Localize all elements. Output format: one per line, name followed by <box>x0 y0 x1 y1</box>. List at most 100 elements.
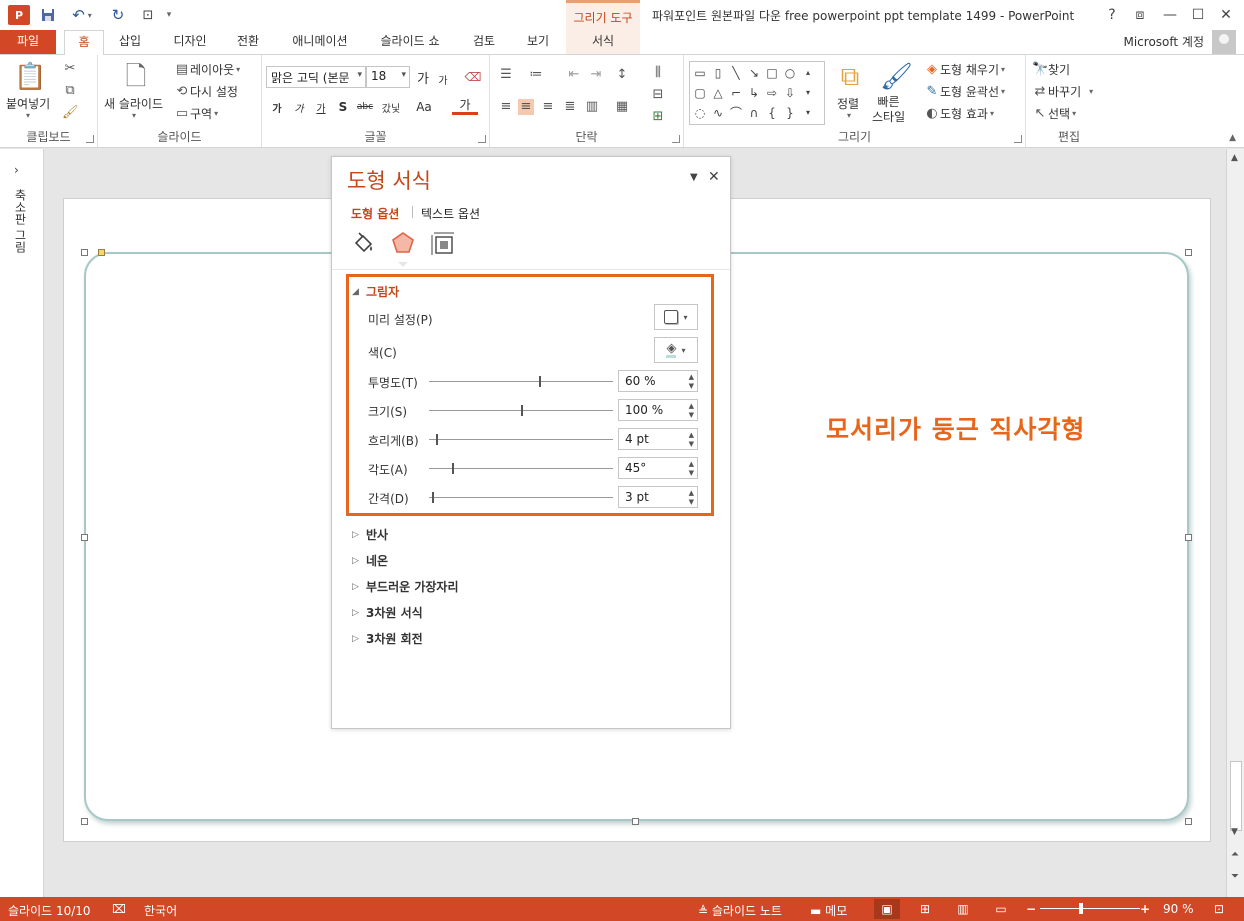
align-left-icon[interactable]: ≡ <box>498 99 514 115</box>
find-button[interactable]: 🔭 찾기 <box>1032 61 1070 78</box>
size-spinner[interactable]: 100 % ▲ ▼ <box>618 399 698 421</box>
select-button[interactable]: ↖ 선택 ▾ <box>1032 105 1077 122</box>
distance-spinner[interactable]: 3 pt ▲ ▼ <box>618 486 698 508</box>
tab-design[interactable]: 디자인 <box>162 30 218 54</box>
reset-button[interactable]: ⟲ 다시 설정 <box>174 83 238 100</box>
help-icon[interactable]: ? <box>1098 4 1126 26</box>
decrease-indent-icon[interactable]: ⇤ <box>566 67 582 83</box>
blur-spinner[interactable]: 4 pt ▲ ▼ <box>618 428 698 450</box>
slide-title-text[interactable]: 모서리가 둥근 직사각형 <box>826 410 1085 446</box>
font-name-combo[interactable]: 맑은 고딕 (본문 ▾ <box>266 66 366 88</box>
blur-slider[interactable] <box>429 434 613 445</box>
font-color-button[interactable]: 가 <box>452 97 478 115</box>
format-painter-icon[interactable]: 🖌 <box>62 105 79 121</box>
spin-down-icon[interactable]: ▼ <box>689 382 694 390</box>
shape-effects-button[interactable]: ◐ 도형 효과 ▾ <box>924 105 994 122</box>
shape-fill-button[interactable]: ◈ 도형 채우기 ▾ <box>924 61 1005 78</box>
angle-slider-thumb[interactable] <box>452 463 454 474</box>
avatar[interactable] <box>1212 30 1236 54</box>
italic-button[interactable]: 가 <box>290 97 308 117</box>
spin-up-icon[interactable]: ▲ <box>689 402 694 410</box>
oval-shape-icon[interactable]: ○ <box>782 63 798 83</box>
resize-handle-left[interactable] <box>81 534 88 541</box>
clear-formatting-icon[interactable]: ⌫ <box>462 67 484 87</box>
next-slide-icon[interactable]: ⏷ <box>1231 871 1239 882</box>
3d-format-section-header[interactable]: ▷ 3차원 서식 <box>352 604 423 621</box>
resize-handle-bottom-right[interactable] <box>1185 818 1192 825</box>
reflection-section-header[interactable]: ▷ 반사 <box>352 526 388 543</box>
previous-slide-icon[interactable]: ⏶ <box>1231 849 1239 860</box>
resize-handle-bottom[interactable] <box>632 818 639 825</box>
cut-icon[interactable]: ✂ <box>62 61 78 77</box>
scroll-up-icon[interactable]: ▲ <box>1231 153 1238 163</box>
spin-up-icon[interactable]: ▲ <box>689 373 694 381</box>
arrange-dropdown-icon[interactable]: ▾ <box>847 111 851 120</box>
rectangle-shape-icon[interactable]: □ <box>764 63 780 83</box>
replace-button[interactable]: ⇄ 바꾸기 ▾ <box>1032 83 1094 100</box>
pane-options-dropdown-icon[interactable]: ▼ <box>690 172 698 183</box>
account-name[interactable]: Microsoft 계정 <box>1123 33 1204 50</box>
zoom-slider-thumb[interactable] <box>1079 903 1083 914</box>
spin-down-icon[interactable]: ▼ <box>689 469 694 477</box>
normal-view-icon[interactable]: ▣ <box>874 899 900 919</box>
align-text-icon[interactable]: ⊟ <box>650 87 666 103</box>
tab-transitions[interactable]: 전환 <box>226 30 270 54</box>
text-shadow-button[interactable]: S <box>334 97 352 117</box>
size-slider-thumb[interactable] <box>521 405 523 416</box>
bold-button[interactable]: 가 <box>268 97 286 117</box>
resize-handle-top-left[interactable] <box>81 249 88 256</box>
size-properties-icon[interactable] <box>428 231 458 261</box>
preset-picker[interactable]: ▾ <box>654 304 698 330</box>
down-arrow-shape-icon[interactable]: ⇩ <box>782 83 798 103</box>
gallery-down-icon[interactable]: ▾ <box>800 83 816 103</box>
zoom-level[interactable]: 90 % <box>1163 902 1194 916</box>
zoom-in-icon[interactable]: + <box>1140 902 1150 916</box>
zoom-out-icon[interactable]: − <box>1026 902 1036 916</box>
paste-dropdown-icon[interactable]: ▾ <box>26 111 30 120</box>
collapse-ribbon-icon[interactable]: ▲ <box>1229 133 1236 143</box>
spin-up-icon[interactable]: ▲ <box>689 460 694 468</box>
gallery-up-icon[interactable]: ▴ <box>800 63 816 83</box>
tab-slideshow[interactable]: 슬라이드 쇼 <box>370 30 450 54</box>
align-right-icon[interactable]: ≡ <box>540 99 556 115</box>
shrink-font-button[interactable]: 가 <box>434 69 452 89</box>
shape-gallery[interactable]: ▭ ▯ ╲ ↘ □ ○ ▴ ▢ △ ⌐ ↳ ⇨ ⇩ ▾ ◌ ∿ ⌒ ∩ { } … <box>689 61 825 125</box>
arrow-line-shape-icon[interactable]: ↘ <box>746 63 762 83</box>
elbow-connector-shape-icon[interactable]: ⌐ <box>728 83 744 103</box>
paste-icon[interactable]: 📋 <box>14 61 46 93</box>
increase-indent-icon[interactable]: ⇥ <box>588 67 604 83</box>
numbering-icon[interactable]: ≔ <box>528 67 544 83</box>
line-spacing-icon[interactable]: ↕ <box>614 67 630 83</box>
right-arrow-shape-icon[interactable]: ⇨ <box>764 83 780 103</box>
start-slideshow-icon[interactable]: ⊡ <box>136 5 160 25</box>
font-launcher-icon[interactable] <box>478 135 486 143</box>
arrange-button[interactable]: 정렬 <box>837 95 859 112</box>
left-brace-shape-icon[interactable]: { <box>764 103 780 123</box>
elbow-arrow-shape-icon[interactable]: ↳ <box>746 83 762 103</box>
clipboard-launcher-icon[interactable] <box>86 135 94 143</box>
effects-pentagon-icon[interactable] <box>388 231 418 267</box>
right-brace-shape-icon[interactable]: } <box>782 103 798 123</box>
close-button[interactable]: ✕ <box>1212 4 1240 26</box>
distributed-icon[interactable]: ▥ <box>584 99 600 115</box>
transparency-slider-thumb[interactable] <box>539 376 541 387</box>
comments-button[interactable]: ▬ 메모 <box>810 902 847 919</box>
zoom-slider[interactable] <box>1040 908 1140 909</box>
minimize-button[interactable]: — <box>1156 4 1184 26</box>
strikethrough-button[interactable]: abc <box>354 97 376 117</box>
new-slide-button[interactable]: 새 슬라이드 <box>104 95 163 112</box>
rounded-rect-shape-icon[interactable]: ▢ <box>692 83 708 103</box>
new-slide-dropdown-icon[interactable]: ▾ <box>132 111 136 120</box>
transparency-spinner[interactable]: 60 % ▲ ▼ <box>618 370 698 392</box>
arrange-icon[interactable]: ⧉ <box>834 61 866 93</box>
paste-button[interactable]: 붙여넣기 <box>6 95 50 112</box>
character-spacing-button[interactable]: 갔닟 <box>376 97 406 117</box>
drawing-launcher-icon[interactable] <box>1014 135 1022 143</box>
transparency-slider[interactable] <box>429 376 613 387</box>
reading-view-icon[interactable]: ▥ <box>950 899 976 919</box>
columns-icon[interactable]: ▦ <box>614 99 630 115</box>
line-shape-icon[interactable]: ╲ <box>728 63 744 83</box>
tab-view[interactable]: 보기 <box>516 30 560 54</box>
gallery-more-icon[interactable]: ▾ <box>800 103 816 123</box>
curve-shape-icon[interactable]: ∩ <box>746 103 762 123</box>
